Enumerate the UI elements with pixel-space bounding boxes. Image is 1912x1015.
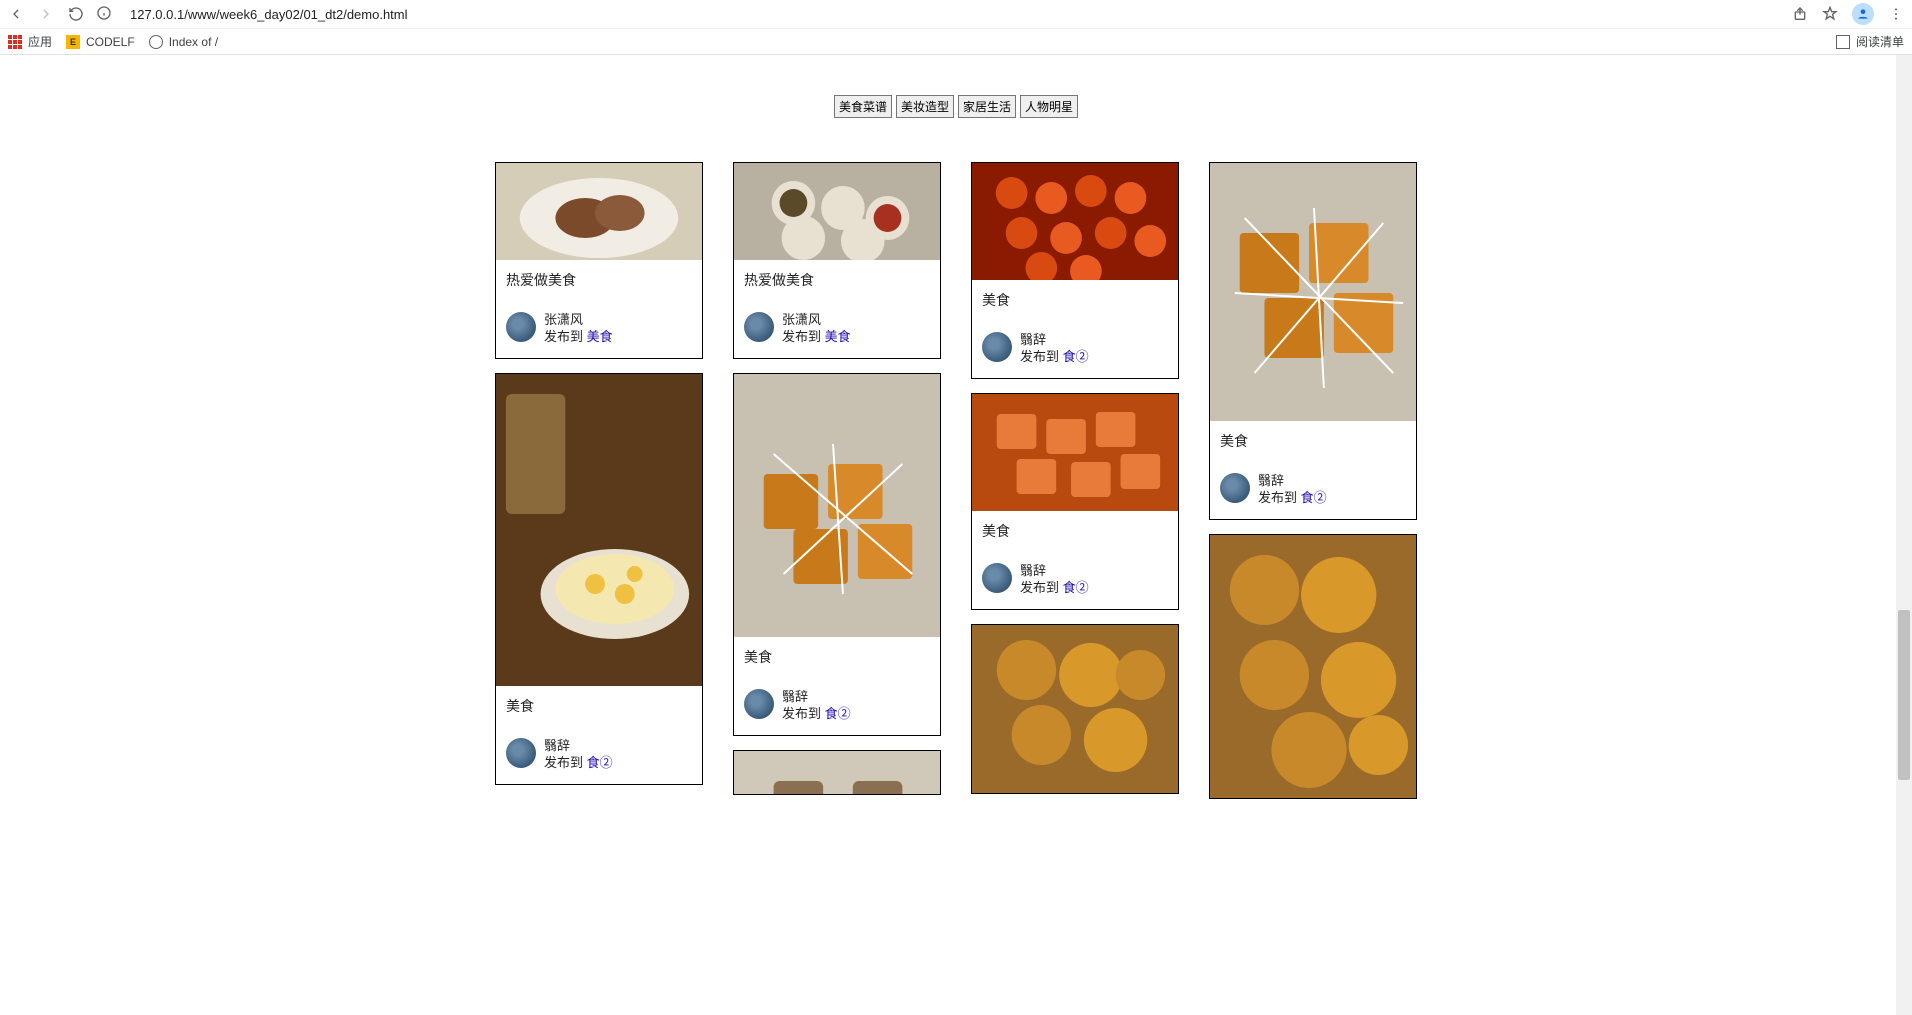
address-bar[interactable]: 127.0.0.1/www/week6_day02/01_dt2/demo.ht… <box>126 7 1780 22</box>
card[interactable]: 美食 翳辞 发布到 食② <box>495 373 703 785</box>
card-image <box>972 163 1178 280</box>
card-image <box>734 163 940 260</box>
card-image <box>496 163 702 260</box>
browser-chrome: 127.0.0.1/www/week6_day02/01_dt2/demo.ht… <box>0 0 1912 55</box>
user-avatar[interactable] <box>982 563 1012 593</box>
card-image <box>972 394 1178 511</box>
filter-home[interactable]: 家居生活 <box>958 95 1016 118</box>
reload-button[interactable] <box>68 6 84 22</box>
reading-list-icon <box>1836 35 1850 49</box>
codelf-icon: E <box>66 35 80 49</box>
user-avatar[interactable] <box>506 738 536 768</box>
apps-icon <box>8 35 22 49</box>
publish-link[interactable]: 食② <box>1301 490 1327 505</box>
user-avatar[interactable] <box>982 332 1012 362</box>
share-icon[interactable] <box>1792 6 1808 22</box>
forward-button[interactable] <box>38 6 54 22</box>
filter-beauty[interactable]: 美妆造型 <box>896 95 954 118</box>
toolbar: 127.0.0.1/www/week6_day02/01_dt2/demo.ht… <box>0 0 1912 28</box>
card[interactable]: 热爱做美食 张潇风 发布到 美食 <box>733 162 941 359</box>
user-name: 张潇风 <box>782 312 851 329</box>
card-title: 热爱做美食 <box>744 270 930 290</box>
user-name: 张潇风 <box>544 312 613 329</box>
card[interactable] <box>1209 534 1417 799</box>
publish-link[interactable]: 食② <box>1063 349 1089 364</box>
card-title: 美食 <box>506 696 692 716</box>
user-name: 翳辞 <box>1020 332 1089 349</box>
card[interactable]: 美食 翳辞 发布到 食② <box>733 373 941 736</box>
publish-link[interactable]: 食② <box>1063 580 1089 595</box>
publish-link[interactable]: 美食 <box>825 329 851 344</box>
publish-link[interactable]: 美食 <box>587 329 613 344</box>
user-avatar[interactable] <box>744 312 774 342</box>
publish-label: 发布到 <box>782 329 821 344</box>
bookmark-label: 应用 <box>28 33 52 50</box>
bookmark-indexof[interactable]: Index of / <box>149 35 218 49</box>
scrollbar-thumb[interactable] <box>1898 610 1910 780</box>
bookmark-label: CODELF <box>86 35 135 49</box>
card-title: 美食 <box>744 647 930 667</box>
user-name: 翳辞 <box>782 689 851 706</box>
publish-label: 发布到 <box>544 329 583 344</box>
bookmark-label: Index of / <box>169 35 218 49</box>
card[interactable] <box>971 624 1179 794</box>
card[interactable]: 美食 翳辞 发布到 食② <box>971 393 1179 610</box>
card-title: 美食 <box>982 521 1168 541</box>
user-avatar[interactable] <box>744 689 774 719</box>
user-avatar[interactable] <box>1220 473 1250 503</box>
card-image <box>496 374 702 686</box>
card[interactable] <box>733 750 941 795</box>
menu-icon[interactable] <box>1888 6 1904 22</box>
profile-avatar[interactable] <box>1852 3 1874 25</box>
card-image <box>1210 535 1416 798</box>
bookmark-apps[interactable]: 应用 <box>8 33 52 50</box>
bookmarks-bar: 应用 E CODELF Index of / 阅读清单 <box>0 28 1912 54</box>
card-image <box>734 374 940 637</box>
page-content: 美食菜谱 美妆造型 家居生活 人物明星 热爱做美食 张潇风 发布到 美食 <box>0 55 1912 799</box>
publish-label: 发布到 <box>782 706 821 721</box>
bookmark-codelf[interactable]: E CODELF <box>66 35 135 49</box>
publish-link[interactable]: 食② <box>825 706 851 721</box>
publish-label: 发布到 <box>1258 490 1297 505</box>
reading-list-button[interactable]: 阅读清单 <box>1836 33 1904 50</box>
reading-list-label: 阅读清单 <box>1856 33 1904 50</box>
card[interactable]: 美食 翳辞 发布到 食② <box>1209 162 1417 520</box>
filter-food[interactable]: 美食菜谱 <box>834 95 892 118</box>
card-image <box>1210 163 1416 421</box>
masonry-column: 热爱做美食 张潇风 发布到 美食 美食 <box>733 162 941 799</box>
back-button[interactable] <box>8 6 24 22</box>
publish-label: 发布到 <box>544 755 583 770</box>
globe-icon <box>149 35 163 49</box>
card-title: 美食 <box>1220 431 1406 451</box>
site-info-icon[interactable] <box>96 5 114 23</box>
user-name: 翳辞 <box>544 738 613 755</box>
user-avatar[interactable] <box>506 312 536 342</box>
card-title: 美食 <box>982 290 1168 310</box>
card[interactable]: 美食 翳辞 发布到 食② <box>971 162 1179 379</box>
masonry-column: 美食 翳辞 发布到 食② <box>1209 162 1417 799</box>
user-name: 翳辞 <box>1258 473 1327 490</box>
publish-label: 发布到 <box>1020 580 1059 595</box>
publish-label: 发布到 <box>1020 349 1059 364</box>
filter-bar: 美食菜谱 美妆造型 家居生活 人物明星 <box>0 95 1912 118</box>
star-icon[interactable] <box>1822 6 1838 22</box>
card-image <box>972 625 1178 793</box>
scrollbar[interactable] <box>1896 55 1912 1015</box>
card-title: 热爱做美食 <box>506 270 692 290</box>
publish-link[interactable]: 食② <box>587 755 613 770</box>
masonry-column: 美食 翳辞 发布到 食② 美食 <box>971 162 1179 799</box>
card-image <box>734 751 940 795</box>
filter-people[interactable]: 人物明星 <box>1020 95 1078 118</box>
user-name: 翳辞 <box>1020 563 1089 580</box>
masonry-column: 热爱做美食 张潇风 发布到 美食 美食 <box>495 162 703 799</box>
card[interactable]: 热爱做美食 张潇风 发布到 美食 <box>495 162 703 359</box>
masonry-grid: 热爱做美食 张潇风 发布到 美食 美食 <box>0 162 1912 799</box>
